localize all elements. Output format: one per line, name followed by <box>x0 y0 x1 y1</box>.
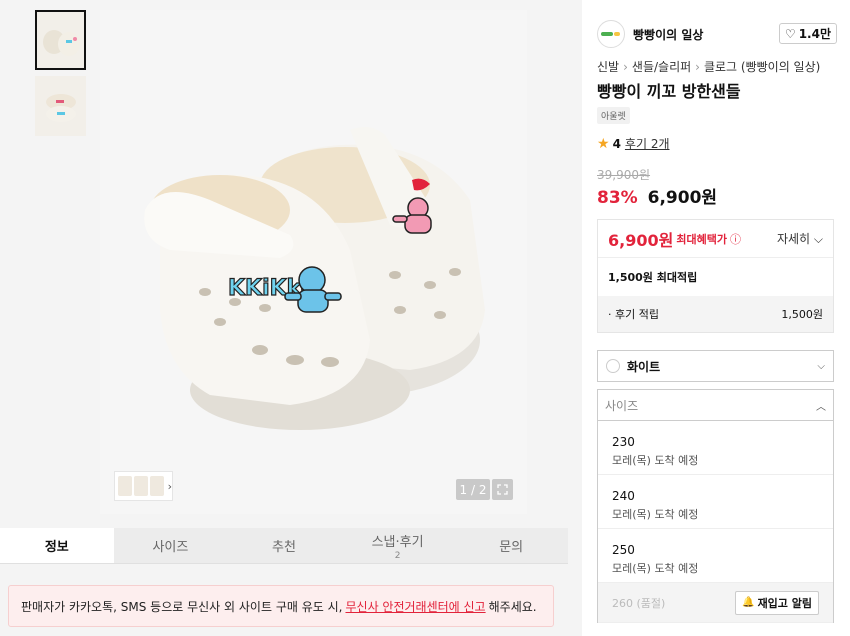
shop-logo[interactable] <box>597 20 625 48</box>
expand-icon[interactable] <box>492 479 513 500</box>
mini-thumb <box>133 476 148 496</box>
delivery-status: 모레(목) 도착 예정 <box>612 454 699 467</box>
review-count-link[interactable]: 후기 2개 <box>625 135 670 152</box>
breadcrumb-item[interactable]: 신발 <box>597 60 619 74</box>
chevron-down-icon: ⌵ <box>817 360 825 372</box>
max-benefit-label: 최대혜택가 <box>676 232 727 246</box>
benefit-box: 6,900원 최대혜택가 ⓘ 자세히 ⌵ 1,500원 최대적립 · 후기 적립… <box>597 219 834 333</box>
like-count: 1.4만 <box>798 27 831 41</box>
info-icon[interactable]: ⓘ <box>730 231 741 247</box>
rating-row: ★ 4 후기 2개 <box>597 135 670 152</box>
like-button[interactable]: ♡ 1.4만 <box>778 23 837 44</box>
sale-price-row: 83% 6,900원 <box>597 183 717 208</box>
chevron-up-icon: ︿ <box>816 401 826 413</box>
main-product-image: KKiKko <box>100 10 527 514</box>
tab-label: 정보 <box>44 540 69 555</box>
tab-label: 추천 <box>272 540 296 555</box>
delivery-status: 모레(목) 도착 예정 <box>612 562 699 575</box>
clog-product-image: KKiKko <box>144 126 485 430</box>
star-icon: ★ <box>597 135 610 152</box>
warning-text-pre: 판매자가 카카오톡, SMS 등으로 무신사 외 사이트 구매 유도 시, <box>21 599 343 614</box>
size-option-list: 230 모레(목) 도착 예정 240 모레(목) 도착 예정 250 모레(목… <box>597 421 834 623</box>
breadcrumb-item[interactable]: 샌들/슬리퍼 <box>632 60 691 74</box>
shop-logo-icon <box>601 32 620 36</box>
breadcrumb: 신발 › 샌들/슬리퍼 › 클로그 (빵빵이의 일상) <box>597 58 820 75</box>
restock-alert-button[interactable]: 🔔 재입고 알림 <box>735 590 819 615</box>
size-value: 260 (품절) <box>612 596 666 610</box>
clog-thumbnail-image <box>42 30 80 56</box>
original-price: 39,900원 <box>597 168 651 182</box>
tab-inquiry[interactable]: 문의 <box>454 528 568 563</box>
rating-score: 4 <box>612 136 621 151</box>
expand-arrows-icon <box>497 484 508 495</box>
fraud-warning-banner: 판매자가 카카오톡, SMS 등으로 무신사 외 사이트 구매 유도 시, 무신… <box>8 585 554 627</box>
thumbnail-strip[interactable]: › <box>114 471 173 501</box>
color-swatch <box>606 359 620 373</box>
product-gallery-column: KKiKko › 1 / 2 정보 사이즈 추천 스냅·후기 2 문의 판매자가… <box>0 0 568 636</box>
tab-recommend[interactable]: 추천 <box>227 528 341 563</box>
product-title: 빵빵이 끼꼬 방한샌들 <box>597 82 741 101</box>
delivery-status: 모레(목) 도착 예정 <box>612 508 699 521</box>
outlet-badge: 아울렛 <box>597 107 630 124</box>
breadcrumb-item[interactable]: 클로그 (빵빵이의 일상) <box>704 60 820 74</box>
review-points-label: · 후기 적립 <box>608 308 659 321</box>
size-value: 250 <box>612 543 635 557</box>
tab-label: 스냅·후기 <box>371 534 424 550</box>
chevron-right-icon: › <box>695 60 700 74</box>
chevron-down-icon: ⌵ <box>813 232 823 246</box>
review-points-row: · 후기 적립 1,500원 <box>598 296 833 332</box>
image-pager: 1 / 2 <box>456 479 490 500</box>
max-benefit-row: 6,900원 최대혜택가 ⓘ 자세히 ⌵ <box>598 220 833 258</box>
detail-toggle[interactable]: 자세히 ⌵ <box>777 230 823 247</box>
detail-label: 자세히 <box>776 232 811 246</box>
product-tabs: 정보 사이즈 추천 스냅·후기 2 문의 <box>0 528 568 564</box>
size-value: 240 <box>612 489 635 503</box>
heart-icon: ♡ <box>784 26 796 41</box>
max-benefit-price: 6,900원 <box>608 230 674 250</box>
tab-snap-review[interactable]: 스냅·후기 2 <box>341 528 455 563</box>
mini-thumb <box>118 476 132 496</box>
restock-label: 재입고 알림 <box>757 596 812 610</box>
sale-price: 6,900원 <box>647 188 718 208</box>
thumbnail-1[interactable] <box>35 10 86 70</box>
clog-thumbnail-image <box>45 94 76 122</box>
size-option[interactable]: 230 모레(목) 도착 예정 <box>598 421 833 475</box>
tab-label: 문의 <box>499 540 524 555</box>
size-option[interactable]: 240 모레(목) 도착 예정 <box>598 475 833 529</box>
product-info-panel: 빵빵이의 일상 ♡ 1.4만 신발 › 샌들/슬리퍼 › 클로그 (빵빵이의 일상) 빵… <box>582 0 850 636</box>
size-option[interactable]: 250 모레(목) 도착 예정 <box>598 529 833 583</box>
size-value: 230 <box>612 435 635 449</box>
color-select[interactable]: 화이트 ⌵ <box>597 350 834 382</box>
review-points-amount: 1,500원 <box>781 308 823 321</box>
tab-label: 사이즈 <box>152 540 189 555</box>
chevron-right-icon: › <box>167 479 172 493</box>
points-total: 1,500원 최대적립 <box>608 271 698 284</box>
size-option-soldout: 260 (품절) 🔔 재입고 알림 <box>598 583 833 623</box>
shop-header: 빵빵이의 일상 ♡ 1.4만 <box>597 20 837 48</box>
discount-rate: 83% <box>597 188 638 208</box>
color-value: 화이트 <box>627 359 661 374</box>
bell-icon: 🔔 <box>742 597 755 608</box>
size-placeholder: 사이즈 <box>605 398 639 413</box>
report-link[interactable]: 무신사 안전거래센터에 신고 <box>345 598 485 615</box>
mini-thumb <box>149 476 164 496</box>
tab-info[interactable]: 정보 <box>0 528 114 563</box>
shop-name[interactable]: 빵빵이의 일상 <box>633 26 703 43</box>
tab-count: 2 <box>394 550 401 561</box>
chevron-right-icon: › <box>623 60 628 74</box>
tab-size[interactable]: 사이즈 <box>114 528 228 563</box>
warning-text-post: 해주세요. <box>488 599 537 614</box>
size-select[interactable]: 사이즈 ︿ <box>597 389 834 421</box>
thumbnail-2[interactable] <box>35 76 86 136</box>
